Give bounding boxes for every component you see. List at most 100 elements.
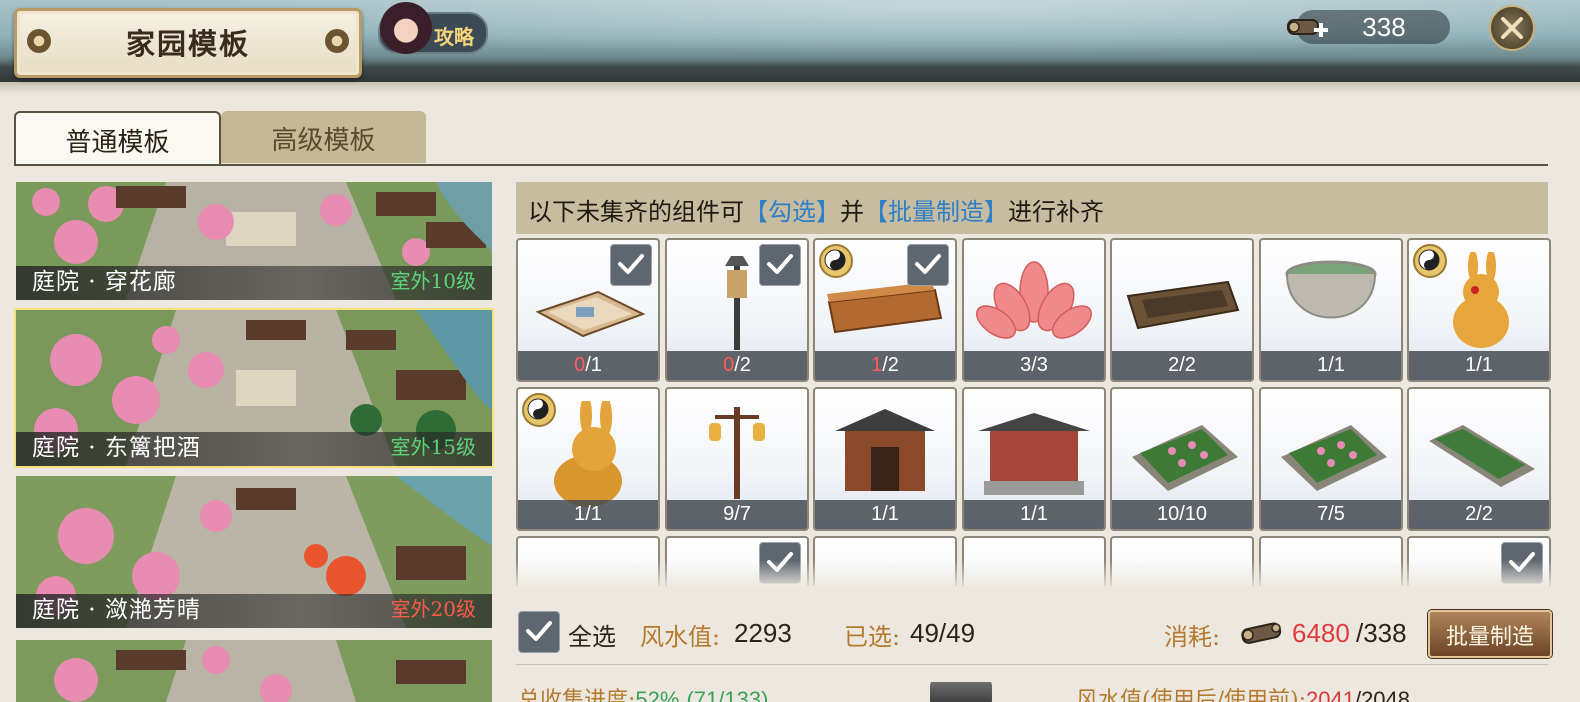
collect-percent: 52% [635, 687, 680, 702]
gate-icon [835, 409, 935, 491]
count-need: 1 [1036, 503, 1048, 525]
panel-edge [0, 82, 1580, 94]
tab-normal-template[interactable]: 普通模板 [14, 111, 221, 165]
component-cell[interactable]: 2/2 [1110, 238, 1254, 382]
count-need: 2 [887, 354, 899, 376]
tab-divider [14, 164, 1548, 166]
flower-bed-icon [1132, 425, 1238, 491]
fengshui-before: /2048 [1354, 687, 1411, 702]
tab-advanced-label: 高级模板 [271, 126, 376, 156]
component-cell[interactable]: 10/10 [1110, 387, 1254, 531]
count-need: 5 [1333, 503, 1345, 525]
batch-craft-button[interactable]: 批量制造 [1428, 610, 1552, 658]
count-need: 3 [1036, 354, 1048, 376]
count-need: 1 [887, 503, 899, 525]
count-have: 1 [1465, 354, 1477, 376]
close-button[interactable] [1489, 5, 1535, 51]
template-name: 庭院 · 穿花廊 [32, 269, 177, 295]
component-count: 2/2 [1112, 351, 1252, 380]
component-cell[interactable]: 9/7 [665, 387, 809, 531]
checkmark-icon [915, 254, 941, 274]
resource-value: 338 [1362, 12, 1406, 42]
template-card-3[interactable]: 庭院 · 潋滟芳晴 室外20级 [16, 476, 492, 628]
component-cell[interactable]: 3/3 [962, 238, 1106, 382]
fengshui-value: 2293 [734, 618, 792, 648]
count-have: 7 [1317, 503, 1329, 525]
component-count: 1/1 [964, 500, 1104, 529]
count-need: 10 [1184, 503, 1208, 525]
component-cell[interactable]: 0/2 [665, 238, 809, 382]
template-card-1[interactable]: 庭院 · 穿花廊 室外10级 [16, 182, 492, 300]
count-have: 3 [1020, 354, 1032, 376]
component-count: 7/5 [1261, 500, 1401, 529]
pavilion-icon [978, 413, 1090, 495]
component-checkbox[interactable] [907, 244, 949, 286]
tab-advanced-template[interactable]: 高级模板 [221, 111, 426, 163]
component-count: 1/1 [1261, 351, 1401, 380]
component-cell[interactable]: 2/2 [1407, 387, 1551, 531]
select-all-checkbox[interactable] [518, 611, 560, 653]
wooden-trough-icon [1126, 280, 1240, 330]
component-cell[interactable]: 1/1 [1407, 238, 1551, 382]
count-have: 1 [1020, 503, 1032, 525]
component-cell[interactable]: 1/1 [813, 387, 957, 531]
component-count: 1/2 [815, 351, 955, 380]
template-card-2[interactable]: 庭院 · 东篱把酒 室外15级 [14, 308, 494, 468]
component-count: 0/2 [667, 351, 807, 380]
count-need: 2 [1481, 503, 1493, 525]
lantern-pole-icon [709, 407, 765, 499]
component-cell[interactable]: 0/1 [516, 238, 660, 382]
collect-count: (71/133) [686, 687, 769, 702]
component-count: 0/1 [518, 351, 658, 380]
hedge-planter-icon [1429, 425, 1535, 487]
component-checkbox[interactable] [759, 244, 801, 286]
notice-mid: 并 [840, 198, 864, 226]
component-cell[interactable]: 1/1 [962, 387, 1106, 531]
yinyang-badge-icon [1413, 244, 1447, 278]
count-need: 2 [739, 354, 751, 376]
tab-normal-label: 普通模板 [65, 128, 170, 158]
notice-suffix: 进行补齐 [1008, 198, 1104, 226]
checkmark-icon [526, 621, 552, 641]
template-level: 室外20级 [390, 597, 476, 621]
yinyang-badge-icon [522, 393, 556, 427]
reward-chest-icon[interactable] [930, 682, 992, 702]
selected-value: 49/49 [910, 618, 976, 648]
count-have: 0 [574, 354, 586, 376]
guide-label[interactable]: 攻略 [434, 21, 474, 50]
count-have: 1 [574, 503, 586, 525]
divider [516, 664, 1548, 665]
count-have: 2 [1465, 503, 1477, 525]
component-cell[interactable]: 1/1 [516, 387, 660, 531]
template-card-4[interactable] [16, 640, 492, 702]
checkmark-icon [618, 254, 644, 274]
template-level: 室外15级 [390, 435, 476, 459]
template-name: 庭院 · 东篱把酒 [32, 435, 201, 461]
lotus-icon [975, 261, 1093, 339]
collect-label: 总收集进度: [518, 688, 636, 702]
wood-material-icon [1241, 622, 1282, 644]
courtyard-preview-image [16, 640, 492, 702]
count-have: 1 [871, 503, 883, 525]
fengshui-label: 风水值: [640, 623, 721, 651]
count-need: 7 [739, 503, 751, 525]
guide-avatar-icon[interactable] [380, 2, 432, 54]
component-count: 1/1 [815, 500, 955, 529]
component-count: 10/10 [1112, 500, 1252, 529]
wood-add-icon[interactable] [1286, 10, 1332, 44]
checkmark-icon [767, 254, 793, 274]
component-grid[interactable]: 0/1 0/2 1/2 3/3 2/2 1/1 1/1 1/1 9/7 1/1 1/1 10/10 7/… [516, 238, 1552, 586]
component-cell[interactable]: 1/2 [813, 238, 957, 382]
component-count: 3/3 [964, 351, 1104, 380]
title-plate: 家园模板 [14, 8, 362, 78]
count-have: 1 [871, 354, 883, 376]
component-checkbox[interactable] [610, 244, 652, 286]
component-cell[interactable]: 1/1 [1259, 238, 1403, 382]
template-name: 庭院 · 潋滟芳晴 [32, 597, 201, 623]
scroll-fade [516, 560, 1552, 590]
close-icon [1501, 17, 1523, 39]
select-all-label[interactable]: 全选 [568, 617, 616, 652]
count-need: 2 [1184, 354, 1196, 376]
count-need: 1 [590, 503, 602, 525]
component-cell[interactable]: 7/5 [1259, 387, 1403, 531]
